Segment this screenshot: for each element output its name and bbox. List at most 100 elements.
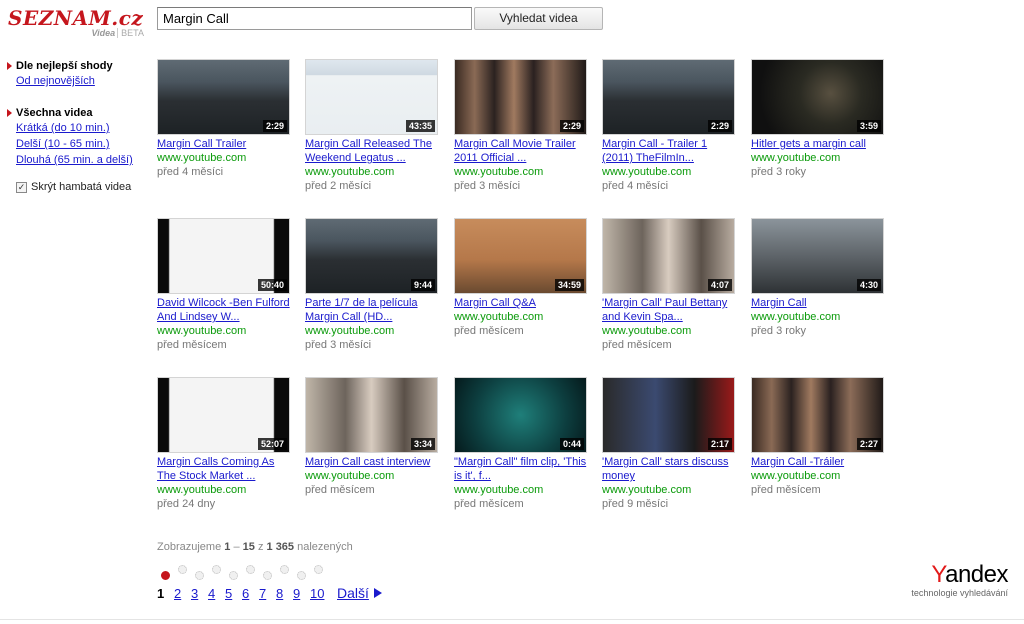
page-bubble-icon xyxy=(178,565,187,574)
video-thumbnail[interactable]: 52:07 xyxy=(157,377,290,453)
results-suffix: nalezených xyxy=(297,541,353,553)
video-title-link[interactable]: Parte 1/7 de la película Margin Call (HD… xyxy=(305,296,438,324)
seznam-logo[interactable]: SEZNAM.cz Videa BETA xyxy=(8,6,148,40)
search-button[interactable]: Vyhledat videa xyxy=(474,7,603,30)
page-link[interactable]: 3 xyxy=(191,586,208,601)
video-title-link[interactable]: Margin Call Released The Weekend Legatus… xyxy=(305,137,438,165)
hide-adult-toggle[interactable]: ✓ Skrýt hambatá videa xyxy=(7,180,147,194)
video-card: 3:34 Margin Call cast interview www.youtub… xyxy=(305,377,438,497)
video-duration: 2:29 xyxy=(262,120,287,132)
video-age: před 2 měsíci xyxy=(305,180,372,192)
page-link[interactable]: 5 xyxy=(225,586,242,601)
video-card: 2:27 Margin Call -Tráiler www.youtube.com p… xyxy=(751,377,884,497)
video-thumbnail[interactable]: 2:27 xyxy=(751,377,884,453)
video-thumbnail[interactable]: 43:35 xyxy=(305,59,438,135)
search-input[interactable] xyxy=(157,7,472,30)
logo-text: SEZNAM.cz xyxy=(8,6,144,30)
video-card: 2:29 Margin Call - Trailer 1 (2011) TheFi… xyxy=(602,59,735,193)
video-thumbnail[interactable]: 34:59 xyxy=(454,218,587,294)
video-title-link[interactable]: Margin Call Trailer xyxy=(157,137,290,151)
video-duration: 3:34 xyxy=(410,438,435,450)
video-duration: 3:59 xyxy=(856,120,881,132)
video-age: před 3 měsíci xyxy=(454,180,521,192)
video-thumbnail[interactable]: 3:34 xyxy=(305,377,438,453)
video-thumbnail[interactable]: 2:29 xyxy=(454,59,587,135)
page-bubble-icon xyxy=(212,565,221,574)
length-all[interactable]: Všechna videa xyxy=(7,106,147,120)
video-card: 9:44 Parte 1/7 de la película Margin Call… xyxy=(305,218,438,352)
results-dash: – xyxy=(233,541,240,553)
length-long-link[interactable]: Dlouhá (65 min. a delší) xyxy=(7,152,147,168)
video-title-link[interactable]: Hitler gets a margin call xyxy=(751,137,884,151)
video-source: www.youtube.com xyxy=(157,152,247,164)
video-title-link[interactable]: Margin Call -Tráiler xyxy=(751,455,884,469)
logo-subtitle: Videa BETA xyxy=(91,28,144,38)
video-title-link[interactable]: "Margin Call" film clip, 'This is it', f… xyxy=(454,455,587,483)
video-thumbnail[interactable]: 4:30 xyxy=(751,218,884,294)
video-thumbnail[interactable]: 50:40 xyxy=(157,218,290,294)
video-thumbnail[interactable]: 2:17 xyxy=(602,377,735,453)
page-bubble-icon xyxy=(161,571,170,580)
video-title-link[interactable]: Margin Call cast interview xyxy=(305,455,438,469)
next-arrow-icon[interactable] xyxy=(373,588,382,598)
video-thumbnail[interactable]: 2:29 xyxy=(602,59,735,135)
video-duration: 4:07 xyxy=(707,279,732,291)
video-card: 2:17 'Margin Call' stars discuss money www… xyxy=(602,377,735,511)
video-thumbnail[interactable]: 0:44 xyxy=(454,377,587,453)
sort-best-match[interactable]: Dle nejlepší shody xyxy=(7,59,147,73)
video-thumbnail[interactable]: 3:59 xyxy=(751,59,884,135)
results-from: 1 xyxy=(224,541,231,553)
current-page: 1 xyxy=(157,586,165,601)
yandex-logo-y: Y xyxy=(931,561,946,588)
page-link[interactable]: 9 xyxy=(293,586,310,601)
video-title-link[interactable]: Margin Call Q&A xyxy=(454,296,587,310)
video-title-link[interactable]: 'Margin Call' Paul Bettany and Kevin Spa… xyxy=(602,296,735,324)
video-thumbnail[interactable]: 4:07 xyxy=(602,218,735,294)
page-link[interactable]: 8 xyxy=(276,586,293,601)
page-link[interactable]: 10 xyxy=(310,586,327,601)
page-link[interactable]: 4 xyxy=(208,586,225,601)
results-prefix: Zobrazujeme xyxy=(157,541,222,553)
video-card: 2:29 Margin Call Trailer www.youtube.com př… xyxy=(157,59,290,179)
video-title-link[interactable]: 'Margin Call' stars discuss money xyxy=(602,455,735,483)
video-source: www.youtube.com xyxy=(751,311,841,323)
hide-adult-checkbox[interactable]: ✓ xyxy=(16,181,27,193)
video-title-link[interactable]: Margin Calls Coming As The Stock Market … xyxy=(157,455,290,483)
video-thumbnail[interactable]: 9:44 xyxy=(305,218,438,294)
video-age: před 3 měsíci xyxy=(305,339,372,351)
page-link[interactable]: 7 xyxy=(259,586,276,601)
yandex-logo-rest: andex xyxy=(945,561,1008,588)
sidebar-filters: Dle nejlepší shody Od nejnovějších Všech… xyxy=(7,59,147,194)
video-age: před 4 měsíci xyxy=(157,166,224,178)
video-age: před měsícem xyxy=(751,484,821,496)
video-title-link[interactable]: Margin Call Movie Trailer 2011 Official … xyxy=(454,137,587,165)
yandex-branding[interactable]: Yandex technologie vyhledávání xyxy=(911,561,1008,599)
video-thumbnail[interactable]: 2:29 xyxy=(157,59,290,135)
hide-adult-label: Skrýt hambatá videa xyxy=(31,181,132,193)
video-source: www.youtube.com xyxy=(751,470,841,482)
video-source: www.youtube.com xyxy=(454,484,544,496)
beta-badge: BETA xyxy=(117,28,144,38)
page-bubble-icon xyxy=(246,565,255,574)
video-duration: 9:44 xyxy=(410,279,435,291)
next-page-link[interactable]: Další xyxy=(337,585,369,601)
video-title-link[interactable]: Margin Call xyxy=(751,296,884,310)
video-card: 4:30 Margin Call www.youtube.com před 3 rok… xyxy=(751,218,884,338)
page-link[interactable]: 6 xyxy=(242,586,259,601)
length-medium-link[interactable]: Delší (10 - 65 min.) xyxy=(7,136,147,152)
length-short-link[interactable]: Krátká (do 10 min.) xyxy=(7,120,147,136)
results-of: z xyxy=(257,541,264,553)
video-age: před měsícem xyxy=(602,339,672,351)
video-duration: 0:44 xyxy=(559,438,584,450)
page-link[interactable]: 2 xyxy=(174,586,191,601)
page-bubble-icon xyxy=(297,571,306,580)
sort-newest-link[interactable]: Od nejnovějších xyxy=(7,73,147,89)
video-title-link[interactable]: David Wilcock -Ben Fulford And Lindsey W… xyxy=(157,296,290,324)
yandex-tagline: technologie vyhledávání xyxy=(911,588,1008,598)
video-source: www.youtube.com xyxy=(305,325,395,337)
video-duration: 2:29 xyxy=(559,120,584,132)
pagination-bubbles-icon xyxy=(157,563,337,583)
video-title-link[interactable]: Margin Call - Trailer 1 (2011) TheFilmIn… xyxy=(602,137,735,165)
video-age: před 3 roky xyxy=(751,325,807,337)
video-card: 34:59 Margin Call Q&A www.youtube.com před … xyxy=(454,218,587,338)
